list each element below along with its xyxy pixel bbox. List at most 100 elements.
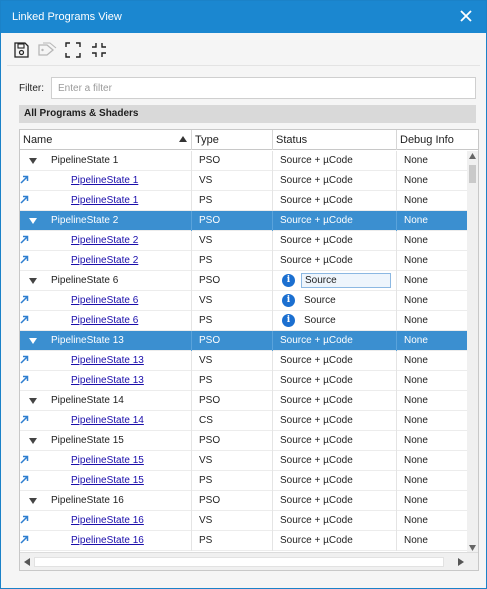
title-bar: Linked Programs View: [1, 1, 486, 33]
expander-arrow-icon[interactable]: [29, 338, 37, 344]
tree-row-shader[interactable]: PipelineState 15 VS Source + µCode None: [20, 451, 478, 471]
scroll-left-icon[interactable]: [24, 558, 30, 566]
pipeline-state-link[interactable]: PipelineState 14: [71, 415, 144, 426]
programs-grid: Name Type Status Debug Info PipelineStat…: [19, 129, 479, 571]
go-to-link-icon[interactable]: [20, 175, 29, 184]
name-cell: PipelineState 2: [20, 211, 192, 231]
go-to-link-icon[interactable]: [20, 375, 29, 384]
pipeline-state-link[interactable]: PipelineState 1: [71, 195, 138, 206]
go-to-link-icon[interactable]: [20, 475, 29, 484]
status-cell: Source + µCode: [273, 531, 397, 551]
expander-arrow-icon[interactable]: [29, 278, 37, 284]
expander-arrow-icon[interactable]: [29, 398, 37, 404]
horizontal-scrollbar[interactable]: [20, 552, 478, 570]
tag-button[interactable]: [37, 41, 57, 59]
status-text: Source + µCode: [280, 455, 353, 466]
scroll-up-icon[interactable]: [469, 153, 476, 159]
pipeline-state-link[interactable]: PipelineState 15: [71, 475, 144, 486]
debug-info-cell: None: [397, 231, 477, 251]
tree-row-shader[interactable]: PipelineState 2 PS Source + µCode None: [20, 251, 478, 271]
go-to-link-icon[interactable]: [20, 235, 29, 244]
type-cell: PSO: [192, 211, 273, 231]
go-to-link-icon[interactable]: [20, 195, 29, 204]
scroll-down-icon[interactable]: [469, 545, 476, 551]
expander-arrow-icon[interactable]: [29, 218, 37, 224]
type-cell: PS: [192, 471, 273, 491]
status-cell: Source + µCode: [273, 431, 397, 451]
vertical-scroll-thumb[interactable]: [469, 165, 476, 183]
debug-info-cell: None: [397, 371, 477, 391]
tree-row-shader[interactable]: PipelineState 13 VS Source + µCode None: [20, 351, 478, 371]
pipeline-state-link[interactable]: PipelineState 13: [71, 355, 144, 366]
column-header-name[interactable]: Name: [20, 130, 192, 150]
tree-row-shader[interactable]: PipelineState 6 VS i Source None: [20, 291, 478, 311]
debug-info-cell: None: [397, 391, 477, 411]
close-button[interactable]: [458, 8, 474, 24]
go-to-link-icon[interactable]: [20, 535, 29, 544]
pipeline-state-link[interactable]: PipelineState 16: [71, 535, 144, 546]
status-text: Source + µCode: [280, 515, 353, 526]
tree-row-pipeline-state[interactable]: PipelineState 14 PSO Source + µCode None: [20, 391, 478, 411]
expander-arrow-icon[interactable]: [29, 438, 37, 444]
horizontal-scroll-thumb[interactable]: [34, 557, 444, 567]
save-button[interactable]: [12, 41, 30, 59]
column-header-type[interactable]: Type: [192, 130, 273, 150]
debug-info-cell: None: [397, 171, 477, 191]
type-cell: PSO: [192, 271, 273, 291]
tree-row-pipeline-state[interactable]: PipelineState 15 PSO Source + µCode None: [20, 431, 478, 451]
go-to-link-icon[interactable]: [20, 415, 29, 424]
tree-row-shader[interactable]: PipelineState 16 VS Source + µCode None: [20, 511, 478, 531]
grid-header: Name Type Status Debug Info: [20, 130, 478, 150]
expand-all-button[interactable]: [64, 41, 82, 59]
column-header-debug-info[interactable]: Debug Info: [397, 130, 478, 150]
info-icon[interactable]: i: [282, 294, 295, 307]
tree-row-shader[interactable]: PipelineState 2 VS Source + µCode None: [20, 231, 478, 251]
tree-row-pipeline-state[interactable]: PipelineState 13 PSO Source + µCode None: [20, 331, 478, 351]
pipeline-state-link[interactable]: PipelineState 2: [71, 255, 138, 266]
go-to-link-icon[interactable]: [20, 295, 29, 304]
tree-row-shader[interactable]: PipelineState 1 PS Source + µCode None: [20, 191, 478, 211]
tree-row-pipeline-state[interactable]: PipelineState 6 PSO i Source None: [20, 271, 478, 291]
pipeline-state-link[interactable]: PipelineState 13: [71, 375, 144, 386]
go-to-link-icon[interactable]: [20, 455, 29, 464]
type-cell: PS: [192, 371, 273, 391]
name-cell: PipelineState 1: [20, 151, 192, 171]
go-to-link-icon[interactable]: [20, 315, 29, 324]
info-icon[interactable]: i: [282, 274, 295, 287]
pipeline-state-link[interactable]: PipelineState 15: [71, 455, 144, 466]
scroll-right-icon[interactable]: [458, 558, 464, 566]
status-text[interactable]: Source: [301, 273, 391, 288]
name-cell: PipelineState 15: [20, 471, 192, 491]
tree-row-shader[interactable]: PipelineState 13 PS Source + µCode None: [20, 371, 478, 391]
pipeline-state-link[interactable]: PipelineState 6: [71, 295, 138, 306]
column-header-status[interactable]: Status: [273, 130, 397, 150]
status-text: Source: [304, 315, 336, 326]
tree-row-shader[interactable]: PipelineState 15 PS Source + µCode None: [20, 471, 478, 491]
expander-arrow-icon[interactable]: [29, 158, 37, 164]
filter-input[interactable]: [51, 77, 476, 99]
status-cell: Source + µCode: [273, 451, 397, 471]
tree-row-pipeline-state[interactable]: PipelineState 1 PSO Source + µCode None: [20, 151, 478, 171]
pipeline-state-name: PipelineState 1: [51, 155, 119, 166]
tree-row-shader[interactable]: PipelineState 16 PS Source + µCode None: [20, 531, 478, 551]
tree-row-shader[interactable]: PipelineState 6 PS i Source None: [20, 311, 478, 331]
pipeline-state-link[interactable]: PipelineState 2: [71, 235, 138, 246]
expander-arrow-icon[interactable]: [29, 498, 37, 504]
status-text: Source + µCode: [280, 355, 353, 366]
collapse-all-button[interactable]: [90, 41, 108, 59]
pipeline-state-link[interactable]: PipelineState 6: [71, 315, 138, 326]
info-icon[interactable]: i: [282, 314, 295, 327]
tree-row-pipeline-state[interactable]: PipelineState 16 PSO Source + µCode None: [20, 491, 478, 511]
go-to-link-icon[interactable]: [20, 255, 29, 264]
vertical-scrollbar[interactable]: [467, 151, 478, 553]
go-to-link-icon[interactable]: [20, 355, 29, 364]
name-cell: PipelineState 2: [20, 231, 192, 251]
tree-row-shader[interactable]: PipelineState 1 VS Source + µCode None: [20, 171, 478, 191]
column-header-name-label: Name: [23, 134, 53, 146]
go-to-link-icon[interactable]: [20, 515, 29, 524]
status-cell: Source + µCode: [273, 411, 397, 431]
tree-row-shader[interactable]: PipelineState 14 CS Source + µCode None: [20, 411, 478, 431]
pipeline-state-link[interactable]: PipelineState 1: [71, 175, 138, 186]
pipeline-state-link[interactable]: PipelineState 16: [71, 515, 144, 526]
tree-row-pipeline-state[interactable]: PipelineState 2 PSO Source + µCode None: [20, 211, 478, 231]
